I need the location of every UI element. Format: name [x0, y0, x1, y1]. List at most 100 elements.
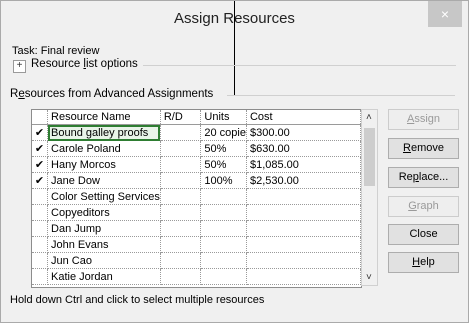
remove-accel: R — [403, 142, 411, 154]
resource-name-cell[interactable]: Copyeditors — [47, 204, 161, 221]
col-header-resource-name[interactable]: Resource Name — [47, 110, 161, 125]
units-cell[interactable] — [200, 236, 247, 253]
col-header-units[interactable]: Units — [200, 110, 247, 125]
rd-cell[interactable] — [160, 188, 202, 205]
units-cell[interactable] — [200, 268, 247, 285]
replace-pre: Re — [398, 171, 413, 183]
replace-post: lace... — [418, 171, 449, 183]
check-cell — [32, 252, 49, 269]
cost-cell: $630.00 — [246, 140, 361, 157]
close-button[interactable]: Close — [388, 224, 459, 245]
resource-grid[interactable]: Resource Name R/D Units Cost ✔ Bound gal… — [31, 109, 362, 288]
vertical-scrollbar[interactable]: ˄ ˅ — [361, 109, 378, 286]
resource-name-cell[interactable]: Katie Jordan — [47, 268, 161, 285]
units-cell[interactable]: 50% — [200, 140, 247, 157]
help-post: elp — [420, 256, 435, 268]
graph-button[interactable]: Graph — [388, 196, 459, 217]
rd-cell[interactable] — [160, 156, 202, 173]
rd-cell[interactable] — [160, 220, 202, 237]
check-icon: ✔ — [32, 156, 49, 173]
remove-post: emove — [410, 142, 444, 154]
check-cell — [32, 188, 49, 205]
check-cell — [32, 220, 49, 237]
scroll-down-icon[interactable]: ˅ — [366, 272, 372, 283]
cost-cell — [246, 188, 361, 205]
check-icon: ✔ — [32, 172, 49, 189]
rd-cell[interactable] — [160, 252, 202, 269]
cost-cell — [246, 204, 361, 221]
help-button[interactable]: Help — [388, 252, 459, 273]
rd-cell[interactable] — [160, 124, 202, 141]
resource-name-cell[interactable]: Carole Poland — [47, 140, 161, 157]
close-icon[interactable]: × — [428, 1, 462, 27]
resource-name-cell[interactable]: Jun Cao — [47, 252, 161, 269]
separator-line — [143, 65, 456, 66]
remove-button[interactable]: Remove — [388, 138, 459, 159]
expand-icon[interactable]: + — [13, 60, 26, 73]
units-cell[interactable] — [200, 204, 247, 221]
cost-cell — [246, 220, 361, 237]
help-accel: H — [412, 256, 421, 268]
col-header-check — [32, 110, 49, 125]
assign-resources-dialog: Assign Resources × Task: Final review + … — [0, 0, 469, 323]
assign-button[interactable]: Assign — [388, 109, 459, 130]
units-cell[interactable]: 50% — [200, 156, 247, 173]
table-row[interactable]: ✔ Carole Poland 50% $630.00 — [32, 140, 361, 157]
resource-list-options-text-post: ist options — [85, 58, 138, 70]
cost-cell — [246, 252, 361, 269]
cost-cell — [246, 236, 361, 253]
rd-cell[interactable] — [160, 236, 202, 253]
section-heading: Resources from Advanced Assignments — [10, 88, 213, 100]
replace-button[interactable]: Replace... — [388, 167, 459, 188]
units-cell[interactable]: 20 copie — [200, 124, 247, 141]
rd-cell[interactable] — [160, 172, 202, 189]
table-row[interactable]: Jun Cao — [32, 252, 361, 269]
rd-cell[interactable] — [160, 204, 202, 221]
resource-name-cell[interactable]: Bound galley proofs — [47, 124, 161, 141]
resource-name-cell[interactable]: John Evans — [47, 236, 161, 253]
resource-name-cell[interactable]: Color Setting Services — [47, 188, 161, 205]
resource-list-options-toggle[interactable]: Resource list options — [31, 58, 138, 70]
table-row[interactable]: ✔ Jane Dow 100% $2,530.00 — [32, 172, 361, 189]
resource-name-cell[interactable]: Dan Jump — [47, 220, 161, 237]
rd-cell[interactable] — [160, 268, 202, 285]
resource-table: Resource Name R/D Units Cost ✔ Bound gal… — [32, 110, 361, 285]
check-cell — [32, 268, 49, 285]
resource-name-cell[interactable]: Hany Morcos — [47, 156, 161, 173]
units-cell[interactable] — [200, 188, 247, 205]
table-row[interactable]: Color Setting Services — [32, 188, 361, 205]
section-heading-post: sources from Advanced Assignments — [24, 88, 214, 100]
units-cell[interactable] — [200, 220, 247, 237]
table-row[interactable]: Dan Jump — [32, 220, 361, 237]
cost-cell: $300.00 — [246, 124, 361, 141]
table-row[interactable]: John Evans — [32, 236, 361, 253]
col-header-rd[interactable]: R/D — [160, 110, 202, 125]
units-cell[interactable] — [200, 252, 247, 269]
scroll-up-icon[interactable]: ˄ — [366, 112, 372, 123]
cost-cell: $1,085.00 — [246, 156, 361, 173]
graph-accel: G — [408, 200, 417, 212]
callout-line — [234, 1, 235, 96]
assign-post: ssign — [414, 113, 441, 125]
rd-cell[interactable] — [160, 140, 202, 157]
col-header-cost[interactable]: Cost — [246, 110, 361, 125]
graph-post: raph — [416, 200, 439, 212]
cost-cell: $2,530.00 — [246, 172, 361, 189]
check-icon: ✔ — [32, 140, 49, 157]
check-cell — [32, 204, 49, 221]
table-row[interactable]: ✔ Hany Morcos 50% $1,085.00 — [32, 156, 361, 173]
check-cell — [32, 236, 49, 253]
units-cell[interactable]: 100% — [200, 172, 247, 189]
scroll-thumb[interactable] — [364, 128, 375, 186]
table-row[interactable]: Copyeditors — [32, 204, 361, 221]
table-row[interactable]: Katie Jordan — [32, 268, 361, 285]
check-icon: ✔ — [32, 124, 49, 141]
separator-line — [227, 95, 455, 96]
footer-hint: Hold down Ctrl and click to select multi… — [10, 294, 265, 306]
header-row: Resource Name R/D Units Cost — [32, 110, 361, 125]
resource-list-options-text-pre: Resource — [31, 58, 84, 70]
resource-name-cell[interactable]: Jane Dow — [47, 172, 161, 189]
table-row[interactable]: ✔ Bound galley proofs 20 copie $300.00 — [32, 124, 361, 141]
task-label: Task: Final review — [12, 45, 100, 57]
cost-cell — [246, 268, 361, 285]
